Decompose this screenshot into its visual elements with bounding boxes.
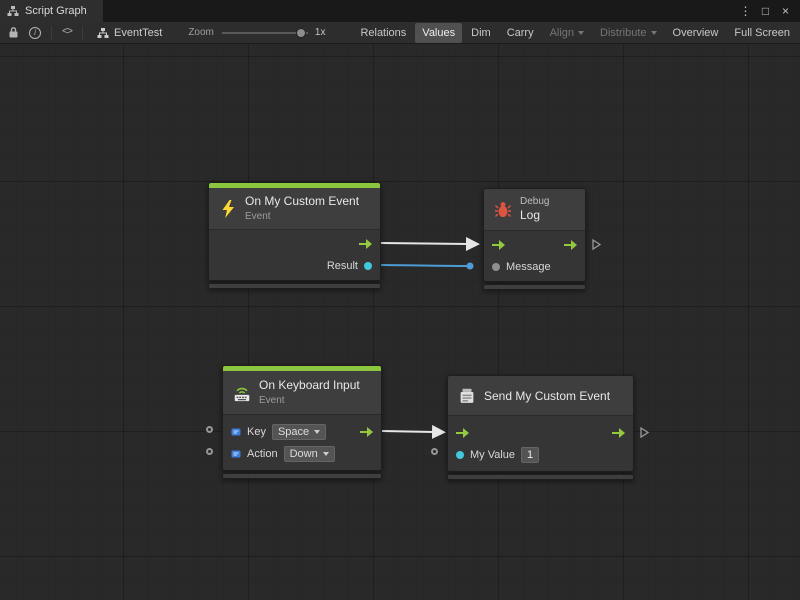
relations-button[interactable]: Relations	[353, 23, 413, 43]
graph-toolbar: i <> EventTest Zoom 1x Relations Values …	[0, 22, 800, 44]
graph-window-icon	[7, 1, 19, 21]
wire-flow-keyboard-to-send[interactable]	[382, 431, 434, 432]
node-body: Key Space Action Down	[223, 415, 381, 470]
my-value-input-stub[interactable]	[431, 448, 438, 455]
chevron-down-icon	[578, 31, 584, 35]
node-subtitle: Event	[245, 210, 359, 223]
node-footer	[208, 283, 381, 289]
node-title: On My Custom Event	[245, 194, 359, 210]
my-value-input[interactable]: 1	[521, 447, 539, 463]
zoom-label: Zoom	[188, 27, 214, 38]
node-header[interactable]: Debug Log	[484, 189, 585, 231]
zoom-value: 1x	[315, 27, 326, 38]
flow-input-port[interactable]	[492, 240, 505, 250]
zoom-track	[222, 32, 308, 34]
flow-output-port[interactable]	[360, 427, 373, 437]
lock-icon[interactable]	[8, 23, 19, 43]
info-icon[interactable]: i	[29, 23, 41, 43]
fullscreen-button[interactable]: Full Screen	[727, 23, 797, 43]
distribute-button[interactable]: Distribute	[593, 23, 663, 43]
dim-button[interactable]: Dim	[464, 23, 498, 43]
action-dropdown[interactable]: Down	[284, 446, 335, 462]
node-send-my-custom-event[interactable]: Send My Custom Event My Value 1	[447, 375, 634, 480]
action-type-icon	[231, 444, 241, 464]
align-button[interactable]: Align	[543, 23, 591, 43]
key-input-stub[interactable]	[206, 426, 213, 433]
overview-button[interactable]: Overview	[666, 23, 726, 43]
node-footer	[222, 473, 382, 479]
keycode-type-icon	[231, 422, 241, 442]
node-subtitle: Event	[259, 394, 360, 407]
flow-output-port[interactable]	[359, 239, 372, 249]
script-graph-window: Script Graph ⋮ □ × i <> EventTest Zoom	[0, 0, 800, 600]
titlebar: Script Graph ⋮ □ ×	[0, 0, 800, 22]
tab-script-graph[interactable]: Script Graph	[0, 0, 103, 22]
code-view-icon[interactable]: <>	[62, 23, 72, 43]
chevron-down-icon	[314, 430, 320, 434]
result-value-port[interactable]	[364, 262, 372, 270]
node-body: Message	[484, 231, 585, 281]
graph-asset-icon	[97, 23, 109, 43]
flow-output-port[interactable]	[612, 428, 625, 438]
toolbar-buttons: Relations Values Dim Carry Align Distrib…	[352, 23, 798, 43]
chevron-down-icon	[323, 452, 329, 456]
result-port-label: Result	[327, 260, 358, 272]
node-header[interactable]: On Keyboard Input Event	[223, 371, 381, 415]
node-debug-log[interactable]: Debug Log Message	[483, 188, 586, 290]
connection-wires	[0, 44, 800, 600]
window-maximize-icon[interactable]: □	[757, 1, 774, 21]
key-port-label: Key	[247, 426, 266, 438]
window-close-icon[interactable]: ×	[777, 1, 794, 21]
tab-label: Script Graph	[25, 5, 87, 17]
zoom-handle[interactable]	[296, 28, 306, 38]
carry-button[interactable]: Carry	[500, 23, 541, 43]
flow-output-stub[interactable]	[591, 238, 602, 251]
node-on-keyboard-input[interactable]: On Keyboard Input Event Key Space	[222, 365, 382, 479]
chevron-down-icon	[651, 31, 657, 35]
node-footer	[447, 474, 634, 480]
bug-icon	[493, 200, 513, 220]
wire-value-result-to-message[interactable]	[368, 265, 470, 266]
zoom-slider[interactable]	[222, 27, 308, 39]
graph-canvas[interactable]: On My Custom Event Event Result	[0, 44, 800, 600]
toolbar-separator	[51, 26, 52, 40]
wire-flow-customevent-to-log[interactable]	[381, 243, 468, 244]
node-title: On Keyboard Input	[259, 378, 360, 394]
flow-output-port[interactable]	[564, 240, 577, 250]
my-value-port[interactable]	[456, 451, 464, 459]
action-input-stub[interactable]	[206, 448, 213, 455]
my-value-port-label: My Value	[470, 449, 515, 461]
action-port-label: Action	[247, 448, 278, 460]
graph-name: EventTest	[114, 27, 162, 39]
flow-input-port[interactable]	[456, 428, 469, 438]
lightning-icon	[218, 199, 238, 219]
keyboard-input-icon	[232, 383, 252, 403]
node-title: Send My Custom Event	[484, 389, 610, 403]
window-menu-icon[interactable]: ⋮	[737, 1, 754, 21]
toolbar-separator	[82, 26, 83, 40]
message-port-label: Message	[506, 261, 551, 273]
node-surtitle: Debug	[520, 195, 549, 208]
node-body: My Value 1	[448, 416, 633, 471]
key-dropdown[interactable]: Space	[272, 424, 326, 440]
graph-breadcrumb[interactable]: EventTest	[93, 23, 166, 43]
node-on-my-custom-event[interactable]: On My Custom Event Event Result	[208, 182, 381, 289]
custom-event-icon	[457, 386, 477, 406]
node-footer	[483, 284, 586, 290]
message-value-port[interactable]	[492, 263, 500, 271]
node-header[interactable]: On My Custom Event Event	[209, 188, 380, 230]
window-controls: ⋮ □ ×	[737, 0, 800, 22]
node-body: Result	[209, 230, 380, 280]
node-title: Log	[520, 208, 549, 224]
node-header[interactable]: Send My Custom Event	[448, 376, 633, 416]
flow-output-stub[interactable]	[639, 426, 650, 439]
values-button[interactable]: Values	[415, 23, 462, 43]
